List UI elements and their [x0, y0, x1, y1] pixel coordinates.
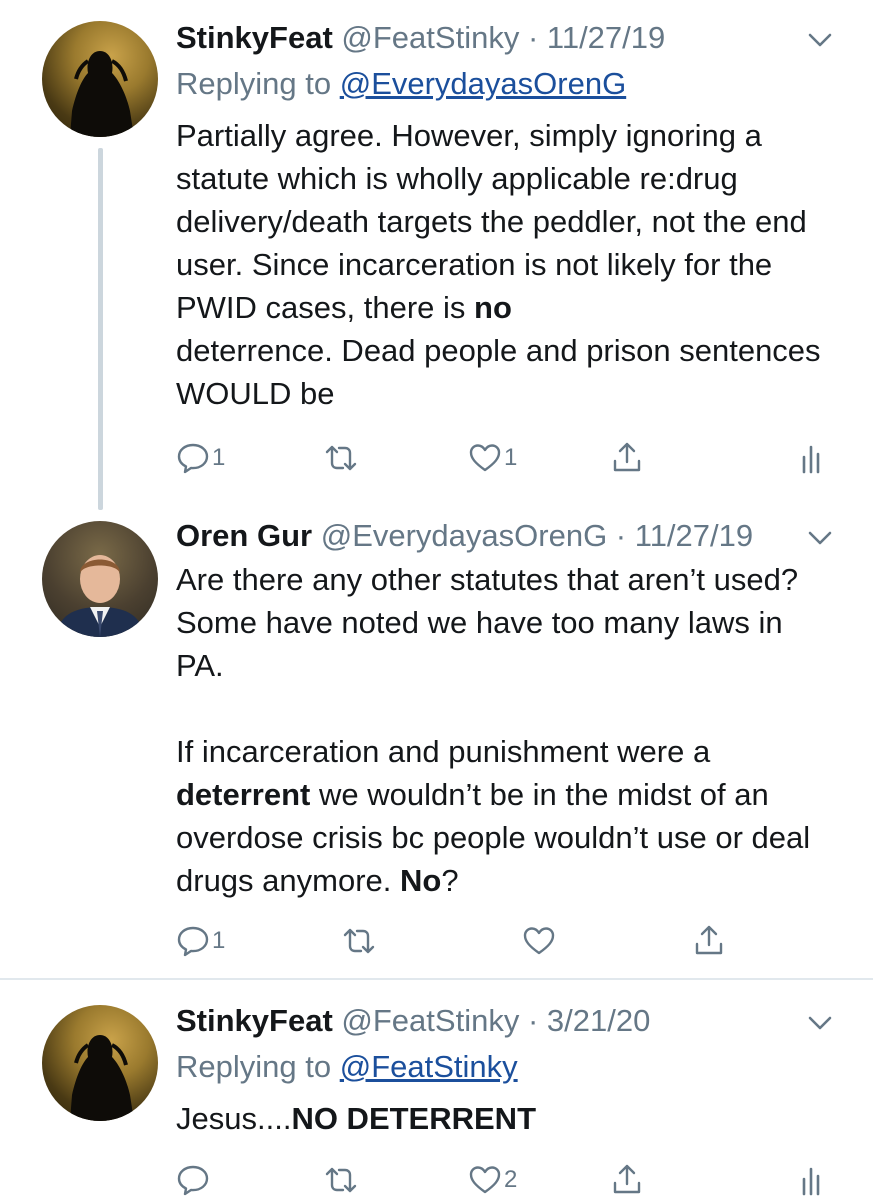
replying-to: Replying to @FeatStinky	[176, 1047, 833, 1087]
retweet-button[interactable]	[324, 1160, 358, 1200]
replying-to: Replying to @EverydayasOrenG	[176, 64, 833, 104]
retweet-icon	[325, 1167, 357, 1193]
tweet-actions: 1	[176, 921, 836, 961]
tweet-text-bold: NO DETERRENT	[291, 1101, 537, 1136]
tweet-3[interactable]: StinkyFeat @FeatStinky · 3/21/20 Replyin…	[0, 980, 873, 1200]
retweet-button[interactable]	[342, 921, 376, 961]
user-handle[interactable]: @EverydayasOrenG	[321, 518, 607, 553]
tweet-2[interactable]: Oren Gur @EverydayasOrenG · 11/27/19 Are…	[0, 500, 873, 978]
display-name[interactable]: StinkyFeat	[176, 1003, 333, 1038]
replying-to-prefix: Replying to	[176, 66, 340, 101]
like-count: 1	[504, 444, 518, 471]
tweet-text: Partially agree. However, simply ignorin…	[176, 114, 833, 415]
share-icon	[695, 925, 723, 955]
tweet-text-part: Jesus....	[176, 1101, 292, 1136]
tweet-text: Jesus....NO DETERRENT	[176, 1097, 833, 1140]
retweet-icon	[343, 928, 375, 954]
heart-icon	[523, 927, 555, 955]
reply-icon	[177, 926, 209, 957]
replying-to-prefix: Replying to	[176, 1049, 340, 1084]
tweet-text-part: Are there any other statutes that aren’t…	[176, 562, 799, 769]
replying-to-link[interactable]: @FeatStinky	[340, 1049, 518, 1084]
tweet-text-bold: No	[400, 863, 442, 898]
heart-icon	[469, 444, 501, 472]
separator: ·	[519, 20, 547, 55]
reply-icon	[177, 443, 209, 474]
display-name[interactable]: StinkyFeat	[176, 20, 333, 55]
like-button[interactable]: 2	[468, 1160, 517, 1200]
chevron-down-icon[interactable]	[807, 1010, 833, 1036]
user-handle[interactable]: @FeatStinky	[341, 20, 519, 55]
tweet-text-part: ?	[441, 863, 459, 898]
tweet-actions: 2	[176, 1160, 836, 1200]
chevron-down-icon[interactable]	[807, 525, 833, 551]
tweet-text-bold: deterrent	[176, 777, 311, 812]
reply-button[interactable]: 1	[176, 921, 225, 961]
avatar[interactable]	[42, 1005, 158, 1121]
tweet-header: StinkyFeat @FeatStinky · 11/27/19	[176, 18, 833, 58]
analytics-button[interactable]	[796, 438, 830, 478]
separator: ·	[607, 518, 635, 553]
reply-icon	[177, 1165, 209, 1196]
avatar[interactable]	[42, 521, 158, 637]
replying-to-link[interactable]: @EverydayasOrenG	[340, 66, 626, 101]
tweet-header: StinkyFeat @FeatStinky · 3/21/20	[176, 1001, 833, 1041]
display-name[interactable]: Oren Gur	[176, 518, 312, 553]
reply-button[interactable]	[176, 1160, 210, 1200]
share-button[interactable]	[692, 921, 726, 961]
tweet-1[interactable]: StinkyFeat @FeatStinky · 11/27/19 Replyi…	[0, 0, 873, 510]
tweet-text: Are there any other statutes that aren’t…	[176, 558, 833, 902]
tweet-date[interactable]: 3/21/20	[547, 1003, 650, 1038]
reply-count: 1	[212, 927, 226, 954]
share-button[interactable]	[610, 438, 644, 478]
user-handle[interactable]: @FeatStinky	[341, 1003, 519, 1038]
thread-line	[98, 148, 103, 510]
analytics-icon	[802, 445, 820, 474]
tweet-actions: 1 1	[176, 438, 836, 478]
analytics-icon	[802, 1167, 820, 1196]
reply-button[interactable]: 1	[176, 438, 225, 478]
like-button[interactable]	[522, 921, 556, 961]
analytics-button[interactable]	[796, 1160, 830, 1200]
tweet-header: Oren Gur @EverydayasOrenG · 11/27/19	[176, 516, 833, 556]
tweet-text-part: deterrence. Dead people and prison sente…	[176, 333, 821, 411]
retweet-icon	[325, 445, 357, 471]
like-button[interactable]: 1	[468, 438, 517, 478]
tweet-date[interactable]: 11/27/19	[547, 20, 665, 55]
tweet-text-bold: no	[474, 290, 512, 325]
share-icon	[613, 442, 641, 472]
share-icon	[613, 1164, 641, 1194]
separator: ·	[519, 1003, 547, 1038]
like-count: 2	[504, 1166, 518, 1193]
tweet-date[interactable]: 11/27/19	[635, 518, 753, 553]
chevron-down-icon[interactable]	[807, 27, 833, 53]
heart-icon	[469, 1166, 501, 1194]
avatar[interactable]	[42, 21, 158, 137]
retweet-button[interactable]	[324, 438, 358, 478]
reply-count: 1	[212, 444, 226, 471]
share-button[interactable]	[610, 1160, 644, 1200]
